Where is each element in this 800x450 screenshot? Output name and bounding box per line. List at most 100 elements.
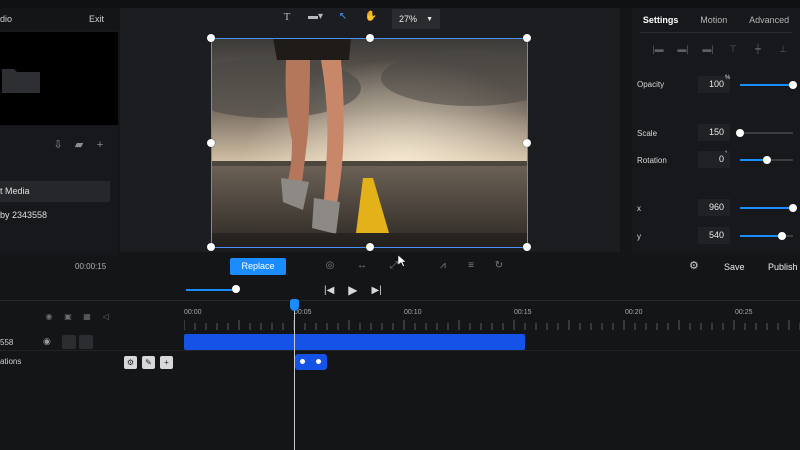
menu-media[interactable]: dio xyxy=(0,14,12,24)
save-button[interactable]: Save xyxy=(724,262,745,272)
animations-label: ations xyxy=(0,357,22,366)
volume-slider[interactable] xyxy=(186,289,236,291)
play-icon[interactable]: ▶ xyxy=(348,283,357,297)
canvas-actions: ◎ ↔ ⤢ xyxy=(324,260,400,272)
resize-handle-ml[interactable] xyxy=(207,139,215,147)
align-center-h-icon[interactable]: ▬| xyxy=(677,44,689,54)
add-icon[interactable]: + xyxy=(94,139,106,151)
timeline-ruler[interactable] xyxy=(184,320,800,330)
canvas-actions-secondary: ⩘ ≡ ↻ xyxy=(437,260,505,272)
import-icon[interactable]: ⇩ xyxy=(52,139,64,151)
edit-icon[interactable]: ✎ xyxy=(142,356,155,369)
fit-width-icon[interactable]: ↔ xyxy=(356,260,368,272)
publish-button[interactable]: Publish xyxy=(768,262,798,272)
tab-advanced[interactable]: Advanced xyxy=(749,15,789,25)
text-tool-icon[interactable]: T xyxy=(280,10,294,24)
x-field[interactable]: 960 xyxy=(698,199,730,216)
rotate-icon[interactable]: ↻ xyxy=(493,260,505,272)
current-time: 00:00:15 xyxy=(75,262,107,271)
align-bottom-icon[interactable]: ⊥ xyxy=(777,44,789,54)
visibility-icon[interactable]: ◉ xyxy=(44,312,54,322)
opacity-label: Opacity xyxy=(637,80,665,89)
y-value: 540 xyxy=(708,230,724,240)
keyframe[interactable] xyxy=(300,359,305,364)
resize-handle-bm[interactable] xyxy=(366,243,374,251)
y-field[interactable]: 540 xyxy=(698,227,730,244)
resize-handle-mr[interactable] xyxy=(523,139,531,147)
media-item[interactable]: by 2343558 xyxy=(0,210,47,220)
group-icon[interactable]: ▦ xyxy=(82,312,92,322)
flip-icon[interactable]: ⩘ xyxy=(437,260,449,272)
align-top-icon[interactable]: ⊤ xyxy=(727,44,739,54)
gear-icon[interactable]: ⚙ xyxy=(689,260,701,272)
hand-tool-icon[interactable]: ✋ xyxy=(364,10,378,24)
opacity-slider-knob[interactable] xyxy=(789,81,797,89)
rotation-slider-knob[interactable] xyxy=(762,156,771,164)
chevron-down-icon: ▼ xyxy=(426,15,433,23)
skip-back-icon[interactable]: |◀ xyxy=(324,285,334,296)
resize-handle-tr[interactable] xyxy=(523,34,531,42)
video-clip[interactable] xyxy=(184,334,525,350)
folder-icon xyxy=(2,69,40,93)
scale-slider-knob[interactable] xyxy=(736,129,744,137)
gear-icon[interactable]: ⚙ xyxy=(124,356,137,369)
resize-handle-tm[interactable] xyxy=(366,34,374,42)
opacity-unit: % xyxy=(725,75,731,81)
tick-label: 00:15 xyxy=(514,309,532,316)
align-middle-icon[interactable]: ┿ xyxy=(752,44,764,54)
target-icon[interactable]: ◎ xyxy=(324,260,336,272)
x-slider-fill xyxy=(740,207,793,209)
playhead[interactable] xyxy=(294,302,295,450)
rotation-unit: ° xyxy=(725,151,728,157)
tab-motion[interactable]: Motion xyxy=(700,15,727,25)
tick-label: 00:20 xyxy=(625,309,643,316)
rotation-value: 0 xyxy=(718,154,724,164)
folder-add-icon[interactable]: ▰ xyxy=(73,139,85,151)
align-toolbar: |▬ ▬| ▬| ⊤ ┿ ⊥ xyxy=(652,44,789,54)
x-label: x xyxy=(637,204,641,213)
selection-box[interactable] xyxy=(207,34,531,251)
scale-slider[interactable] xyxy=(740,132,793,134)
volume-slider-knob[interactable] xyxy=(232,285,240,293)
properties-tabs: Settings Motion Advanced xyxy=(632,8,800,32)
volume-icon[interactable]: ◁ xyxy=(101,312,111,322)
track-mute-toggle[interactable] xyxy=(79,335,93,349)
opacity-value: 100 xyxy=(708,79,724,89)
tab-settings[interactable]: Settings xyxy=(643,15,679,25)
playhead-handle[interactable] xyxy=(290,299,299,311)
track-label: 558 xyxy=(0,338,14,347)
scale-field[interactable]: 150 xyxy=(698,124,730,141)
scale-label: Scale xyxy=(637,129,658,138)
top-bar xyxy=(0,0,800,8)
exit-button[interactable]: Exit xyxy=(89,14,104,24)
resize-handle-tl[interactable] xyxy=(207,34,215,42)
tick-label: 00:10 xyxy=(404,309,422,316)
align-right-icon[interactable]: ▬| xyxy=(702,44,714,54)
scale-value: 150 xyxy=(708,127,724,137)
align-left-icon[interactable]: |▬ xyxy=(652,44,664,54)
x-value: 960 xyxy=(708,202,724,212)
y-label: y xyxy=(637,232,641,241)
select-tool-icon[interactable]: ↖ xyxy=(336,10,350,24)
mouse-cursor-icon xyxy=(398,255,407,267)
keyframe[interactable] xyxy=(316,359,321,364)
shape-tool-icon[interactable]: ▬▾ xyxy=(308,10,323,24)
opacity-slider-fill xyxy=(740,84,793,86)
add-icon[interactable]: + xyxy=(160,356,173,369)
keyframe-clip[interactable] xyxy=(295,354,327,370)
skip-forward-icon[interactable]: ▶| xyxy=(372,285,382,296)
zoom-select[interactable]: 27% ▼ xyxy=(392,9,440,29)
track-lock-toggle[interactable] xyxy=(62,335,76,349)
resize-handle-bl[interactable] xyxy=(207,243,215,251)
x-slider-knob[interactable] xyxy=(789,204,797,212)
lock-icon[interactable]: ▣ xyxy=(63,312,73,322)
replace-button[interactable]: Replace xyxy=(230,258,286,275)
tick-label: 00:25 xyxy=(735,309,753,316)
rotation-label: Rotation xyxy=(637,156,667,165)
media-item[interactable]: t Media xyxy=(0,181,110,202)
media-tools: ⇩ ▰ + xyxy=(52,138,112,152)
resize-handle-br[interactable] xyxy=(523,243,531,251)
tab-divider xyxy=(640,32,792,33)
layers-icon[interactable]: ≡ xyxy=(465,260,477,272)
eye-icon[interactable]: ◉ xyxy=(43,336,55,348)
